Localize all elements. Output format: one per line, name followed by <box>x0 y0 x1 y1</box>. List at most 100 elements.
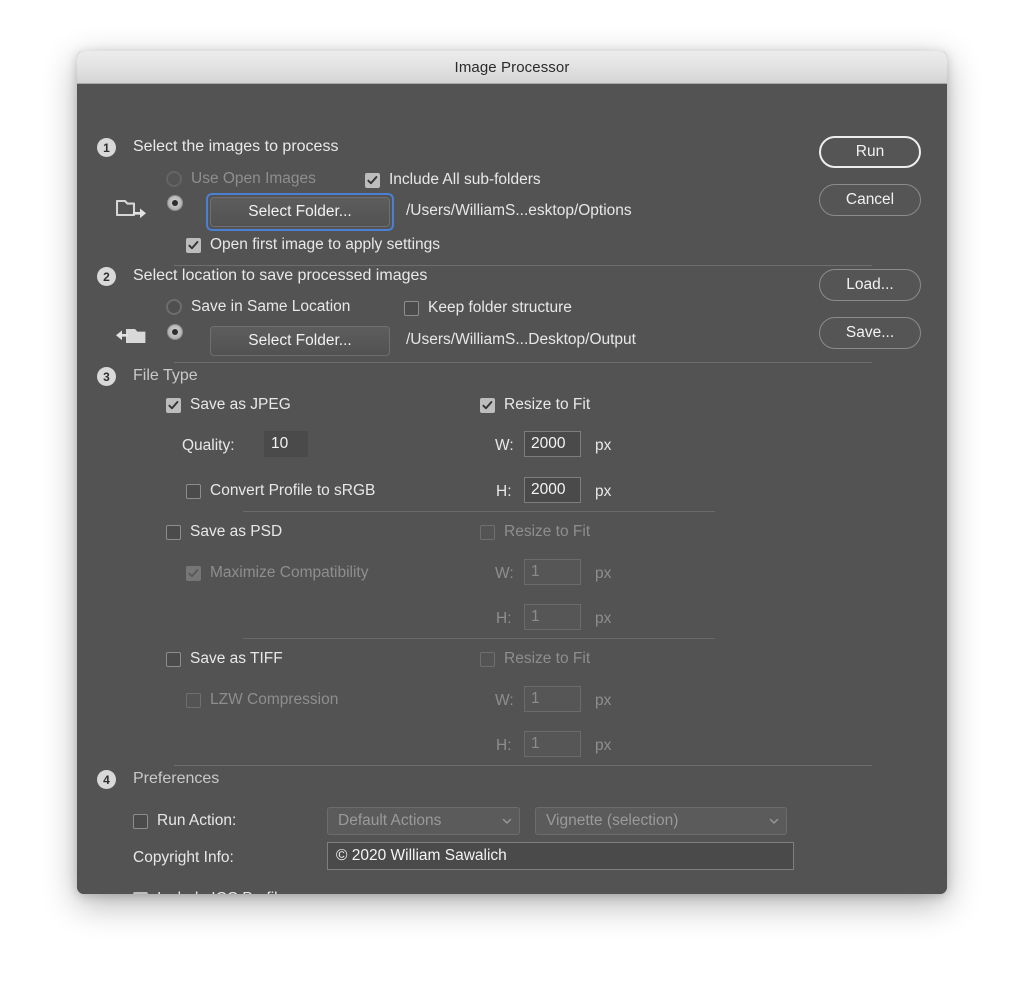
section-separator-2 <box>174 362 872 363</box>
checkbox-indicator <box>480 525 495 540</box>
section-3-title: File Type <box>133 367 198 385</box>
section-2-title: Select location to save processed images <box>133 267 427 285</box>
use-open-images-label: Use Open Images <box>191 170 316 188</box>
tiff-height-unit: px <box>595 737 611 755</box>
maximize-compatibility-label: Maximize Compatibility <box>210 564 368 582</box>
maximize-compatibility-checkbox[interactable]: Maximize Compatibility <box>186 564 368 582</box>
checkbox-indicator <box>186 566 201 581</box>
lzw-compression-label: LZW Compression <box>210 691 338 709</box>
dest-folder-radio[interactable] <box>167 324 183 340</box>
step-4-badge: 4 <box>97 770 116 789</box>
checkbox-indicator <box>186 238 201 253</box>
source-path-text: /Users/WilliamS...esktop/Options <box>406 202 632 220</box>
run-action-checkbox[interactable]: Run Action: <box>133 812 236 830</box>
save-as-psd-label: Save as PSD <box>190 523 282 541</box>
check-icon <box>367 175 378 186</box>
section-separator-1 <box>174 265 872 266</box>
action-set-dropdown-value: Default Actions <box>338 812 501 830</box>
filetype-separator-2 <box>243 638 715 639</box>
convert-profile-srgb-label: Convert Profile to sRGB <box>210 482 375 500</box>
psd-height-label: H: <box>496 610 512 628</box>
chevron-down-icon <box>768 815 780 827</box>
use-open-images-radio[interactable]: Use Open Images <box>166 170 316 188</box>
save-as-tiff-checkbox[interactable]: Save as TIFF <box>166 650 283 668</box>
checkbox-indicator <box>133 892 148 895</box>
check-icon <box>188 240 199 251</box>
jpeg-width-label: W: <box>495 437 514 455</box>
jpeg-height-label: H: <box>496 483 512 501</box>
radio-indicator <box>167 195 183 211</box>
save-as-jpeg-label: Save as JPEG <box>190 396 291 414</box>
checkbox-indicator <box>186 693 201 708</box>
check-icon <box>135 894 146 895</box>
save-button[interactable]: Save... <box>819 317 921 349</box>
action-dropdown-value: Vignette (selection) <box>546 812 768 830</box>
run-action-label: Run Action: <box>157 812 236 830</box>
save-as-jpeg-checkbox[interactable]: Save as JPEG <box>166 396 291 414</box>
checkbox-indicator <box>166 652 181 667</box>
include-all-subfolders-checkbox[interactable]: Include All sub-folders <box>365 171 541 189</box>
include-icc-profile-checkbox[interactable]: Include ICC Profile <box>133 890 286 894</box>
load-button[interactable]: Load... <box>819 269 921 301</box>
copyright-info-label: Copyright Info: <box>133 849 234 867</box>
psd-width-input[interactable]: 1 <box>524 559 581 585</box>
image-processor-dialog: Image Processor 1 Select the images to p… <box>77 51 947 894</box>
folder-export-icon <box>116 197 148 228</box>
convert-profile-srgb-checkbox[interactable]: Convert Profile to sRGB <box>186 482 375 500</box>
checkbox-indicator <box>480 398 495 413</box>
tiff-height-label: H: <box>496 737 512 755</box>
tiff-width-unit: px <box>595 692 611 710</box>
psd-resize-to-fit-checkbox[interactable]: Resize to Fit <box>480 523 590 541</box>
copyright-info-input[interactable]: © 2020 William Sawalich <box>327 842 794 870</box>
run-button[interactable]: Run <box>819 136 921 168</box>
tiff-width-input[interactable]: 1 <box>524 686 581 712</box>
psd-height-unit: px <box>595 610 611 628</box>
lzw-compression-checkbox[interactable]: LZW Compression <box>186 691 338 709</box>
keep-folder-structure-label: Keep folder structure <box>428 299 572 317</box>
action-dropdown[interactable]: Vignette (selection) <box>535 807 787 835</box>
save-as-psd-checkbox[interactable]: Save as PSD <box>166 523 282 541</box>
source-select-folder-button[interactable]: Select Folder... <box>210 197 390 227</box>
jpeg-quality-input[interactable]: 10 <box>264 431 308 457</box>
jpeg-width-input[interactable]: 2000 <box>524 431 581 457</box>
radio-indicator <box>166 299 182 315</box>
step-2-badge: 2 <box>97 267 116 286</box>
step-1-badge: 1 <box>97 138 116 157</box>
dialog-body: 1 Select the images to process Use Open … <box>77 84 947 894</box>
checkbox-indicator <box>480 652 495 667</box>
psd-resize-to-fit-label: Resize to Fit <box>504 523 590 541</box>
dialog-titlebar[interactable]: Image Processor <box>77 51 947 84</box>
checkbox-indicator <box>365 173 380 188</box>
jpeg-height-unit: px <box>595 483 611 501</box>
jpeg-resize-to-fit-label: Resize to Fit <box>504 396 590 414</box>
checkbox-indicator <box>133 814 148 829</box>
cancel-button[interactable]: Cancel <box>819 184 921 216</box>
dest-path-text: /Users/WilliamS...Desktop/Output <box>406 331 636 349</box>
save-in-same-location-radio[interactable]: Save in Same Location <box>166 298 350 316</box>
check-icon <box>482 400 493 411</box>
filetype-separator-1 <box>243 511 715 512</box>
checkbox-indicator <box>166 398 181 413</box>
action-set-dropdown[interactable]: Default Actions <box>327 807 520 835</box>
tiff-resize-to-fit-checkbox[interactable]: Resize to Fit <box>480 650 590 668</box>
dest-select-folder-button[interactable]: Select Folder... <box>210 326 390 356</box>
save-as-tiff-label: Save as TIFF <box>190 650 283 668</box>
jpeg-height-input[interactable]: 2000 <box>524 477 581 503</box>
jpeg-quality-label: Quality: <box>182 437 235 455</box>
source-folder-radio[interactable] <box>167 195 183 211</box>
section-1-title: Select the images to process <box>133 138 338 156</box>
section-separator-3 <box>174 765 872 766</box>
page-background: Image Processor 1 Select the images to p… <box>0 0 1024 998</box>
check-icon <box>188 568 199 579</box>
jpeg-resize-to-fit-checkbox[interactable]: Resize to Fit <box>480 396 590 414</box>
keep-folder-structure-checkbox[interactable]: Keep folder structure <box>404 299 572 317</box>
include-all-subfolders-label: Include All sub-folders <box>389 171 541 189</box>
section-4-title: Preferences <box>133 770 219 788</box>
tiff-width-label: W: <box>495 692 514 710</box>
psd-height-input[interactable]: 1 <box>524 604 581 630</box>
check-icon <box>168 400 179 411</box>
include-icc-profile-label: Include ICC Profile <box>157 890 286 894</box>
tiff-height-input[interactable]: 1 <box>524 731 581 757</box>
chevron-down-icon <box>501 815 513 827</box>
open-first-image-checkbox[interactable]: Open first image to apply settings <box>186 236 440 254</box>
